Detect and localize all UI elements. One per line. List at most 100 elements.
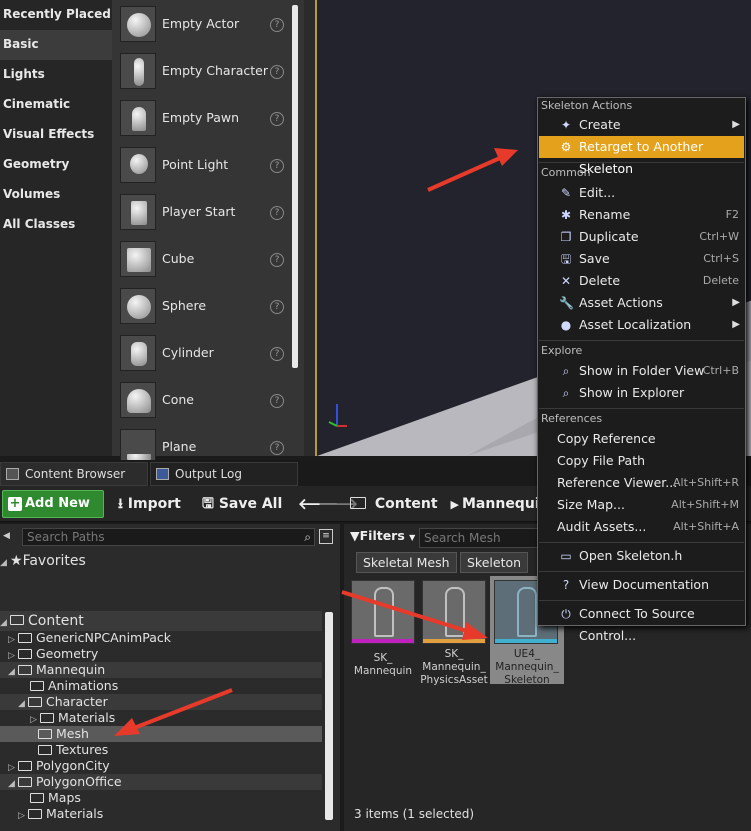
shortcut: Ctrl+W [699, 230, 739, 243]
item-label: Player Start [162, 204, 236, 219]
search-mesh-input[interactable]: Search Mesh [419, 528, 539, 548]
filter-icon: ▼ [350, 528, 360, 543]
item-empty-character[interactable]: Empty Character? [112, 49, 292, 95]
help-icon[interactable]: ? [270, 441, 284, 455]
category-visual-effects[interactable]: Visual Effects [0, 120, 112, 150]
tree-item-geometry[interactable]: ▷ Geometry [8, 646, 98, 662]
help-icon[interactable]: ? [270, 206, 284, 220]
menu-item-show-in-folder-view[interactable]: ⌕ Show in Folder View Ctrl+B [539, 360, 744, 382]
category-cinematic[interactable]: Cinematic [0, 90, 112, 120]
item-label: Empty Character [162, 63, 268, 78]
menu-label: Asset Localization [579, 317, 692, 332]
item-point-light[interactable]: Point Light? [112, 143, 292, 189]
tree-item-materials[interactable]: ▷ Materials [30, 710, 115, 726]
help-icon[interactable]: ? [270, 65, 284, 79]
view-options-icon[interactable]: ≡ [319, 529, 333, 544]
menu-item-asset-actions[interactable]: 🔧 Asset Actions ▶ [539, 292, 744, 314]
item-cube[interactable]: Cube? [112, 237, 292, 283]
menu-item-show-in-explorer[interactable]: ⌕ Show in Explorer [539, 382, 744, 404]
tree-item-content[interactable]: ◢ Content [0, 611, 322, 631]
item-player-start[interactable]: Player Start? [112, 190, 292, 236]
help-icon[interactable]: ? [270, 253, 284, 267]
paths-scrollbar[interactable] [325, 612, 333, 820]
menu-label: Reference Viewer... [557, 475, 678, 490]
menu-item-retarget[interactable]: ⚙ Retarget to Another Skeleton [539, 136, 744, 176]
menu-item-copy-reference[interactable]: Copy Reference [539, 428, 744, 450]
tree-item-maps[interactable]: Maps [30, 790, 81, 806]
menu-item-audit-assets[interactable]: Audit Assets... Alt+Shift+A [539, 516, 744, 538]
favorites-section[interactable]: ◢ ★Favorites [0, 551, 86, 571]
category-geometry[interactable]: Geometry [0, 150, 112, 180]
menu-item-asset-localization[interactable]: ● Asset Localization ▶ [539, 314, 744, 336]
help-icon[interactable]: ? [270, 18, 284, 32]
help-icon[interactable]: ? [270, 159, 284, 173]
menu-item-edit[interactable]: ✎ Edit... [539, 182, 744, 204]
menu-label: Retarget to Another Skeleton [579, 139, 704, 176]
shortcut: Ctrl+S [703, 252, 739, 265]
item-empty-pawn[interactable]: Empty Pawn? [112, 96, 292, 142]
help-icon[interactable]: ? [270, 112, 284, 126]
item-cylinder[interactable]: Cylinder? [112, 331, 292, 377]
shortcut: Alt+Shift+R [673, 476, 739, 489]
filter-chip-skeletal-mesh[interactable]: Skeletal Mesh [356, 552, 457, 573]
menu-item-delete[interactable]: ✕ Delete Delete [539, 270, 744, 292]
menu-item-save[interactable]: 🖫 Save Ctrl+S [539, 248, 744, 270]
breadcrumb-content[interactable]: Content ▶ [350, 490, 459, 518]
wrench-icon: 🔧 [559, 296, 574, 310]
globe-icon: ● [560, 318, 572, 332]
rename-icon: ✱ [560, 208, 572, 222]
item-label: Cylinder [162, 345, 214, 360]
asset-sk-mannequin-physicsasset[interactable] [422, 580, 486, 644]
tree-item-polygoncity[interactable]: ▷ PolygonCity [8, 758, 110, 774]
menu-item-open-skeleton-h[interactable]: ▭ Open Skeleton.h [539, 545, 744, 567]
category-basic[interactable]: Basic [0, 30, 112, 60]
tree-item-textures[interactable]: Textures [38, 742, 108, 758]
tree-item-polygonoffice[interactable]: ◢ PolygonOffice [0, 774, 322, 790]
category-all-classes[interactable]: All Classes [0, 210, 112, 240]
tree-label: Geometry [36, 646, 99, 661]
menu-item-view-documentation[interactable]: ? View Documentation [539, 574, 744, 596]
import-button[interactable]: ⭳ Import [118, 490, 181, 518]
item-empty-actor[interactable]: Empty Actor? [112, 2, 292, 48]
search-placeholder: Search Paths [27, 530, 105, 544]
asset-label: UE4_ Mannequin_ Skeleton [495, 648, 559, 686]
import-label: Import [127, 496, 181, 512]
help-icon[interactable]: ? [270, 394, 284, 408]
menu-item-size-map[interactable]: Size Map... Alt+Shift+M [539, 494, 744, 516]
item-cone[interactable]: Cone? [112, 378, 292, 424]
tree-item-mesh[interactable]: Mesh [0, 726, 322, 742]
help-icon[interactable]: ? [270, 300, 284, 314]
item-sphere[interactable]: Sphere? [112, 284, 292, 330]
asset-sk-mannequin[interactable] [351, 580, 415, 644]
collapse-icon[interactable]: ◀ [3, 531, 10, 541]
tab-content-browser[interactable]: Content Browser [0, 462, 148, 486]
category-recently-placed[interactable]: Recently Placed [0, 0, 112, 30]
folder-icon [38, 744, 52, 755]
filter-chip-skeleton[interactable]: Skeleton [460, 552, 529, 573]
tree-item-materials-office[interactable]: ▷ Materials [18, 806, 103, 822]
menu-item-create[interactable]: ✦ Create ▶ [539, 114, 744, 136]
filters-button[interactable]: ▼Filters ▼ [350, 528, 415, 543]
tree-item-character[interactable]: ◢ Character [0, 694, 322, 710]
asset-label: SK_ Mannequin [353, 652, 413, 677]
item-label: Cube [162, 251, 195, 266]
help-icon[interactable]: ? [270, 347, 284, 361]
items-scrollbar[interactable] [292, 5, 298, 368]
menu-item-rename[interactable]: ✱ Rename F2 [539, 204, 744, 226]
menu-item-reference-viewer[interactable]: Reference Viewer... Alt+Shift+R [539, 472, 744, 494]
expand-arrow-icon: ◢ [18, 699, 25, 709]
category-lights[interactable]: Lights [0, 60, 112, 90]
save-all-button[interactable]: 🖫 Save All [202, 490, 282, 518]
menu-item-connect-source-control[interactable]: ⏻ Connect To Source Control... [539, 603, 744, 643]
menu-label: Copy File Path [557, 453, 646, 468]
tree-item-mannequin[interactable]: ◢ Mannequin [0, 662, 322, 678]
folder-icon [350, 497, 366, 509]
add-new-button[interactable]: + Add New ▼ [2, 490, 104, 536]
menu-item-copy-file-path[interactable]: Copy File Path [539, 450, 744, 472]
tree-item-animations[interactable]: Animations [30, 678, 118, 694]
category-volumes[interactable]: Volumes [0, 180, 112, 210]
search-paths-input[interactable]: Search Paths ⌕ [22, 528, 315, 546]
tree-item-genericnpcanimpack[interactable]: ▷ GenericNPCAnimPack [8, 630, 171, 646]
menu-item-duplicate[interactable]: ❐ Duplicate Ctrl+W [539, 226, 744, 248]
tab-output-log[interactable]: Output Log [150, 462, 298, 486]
